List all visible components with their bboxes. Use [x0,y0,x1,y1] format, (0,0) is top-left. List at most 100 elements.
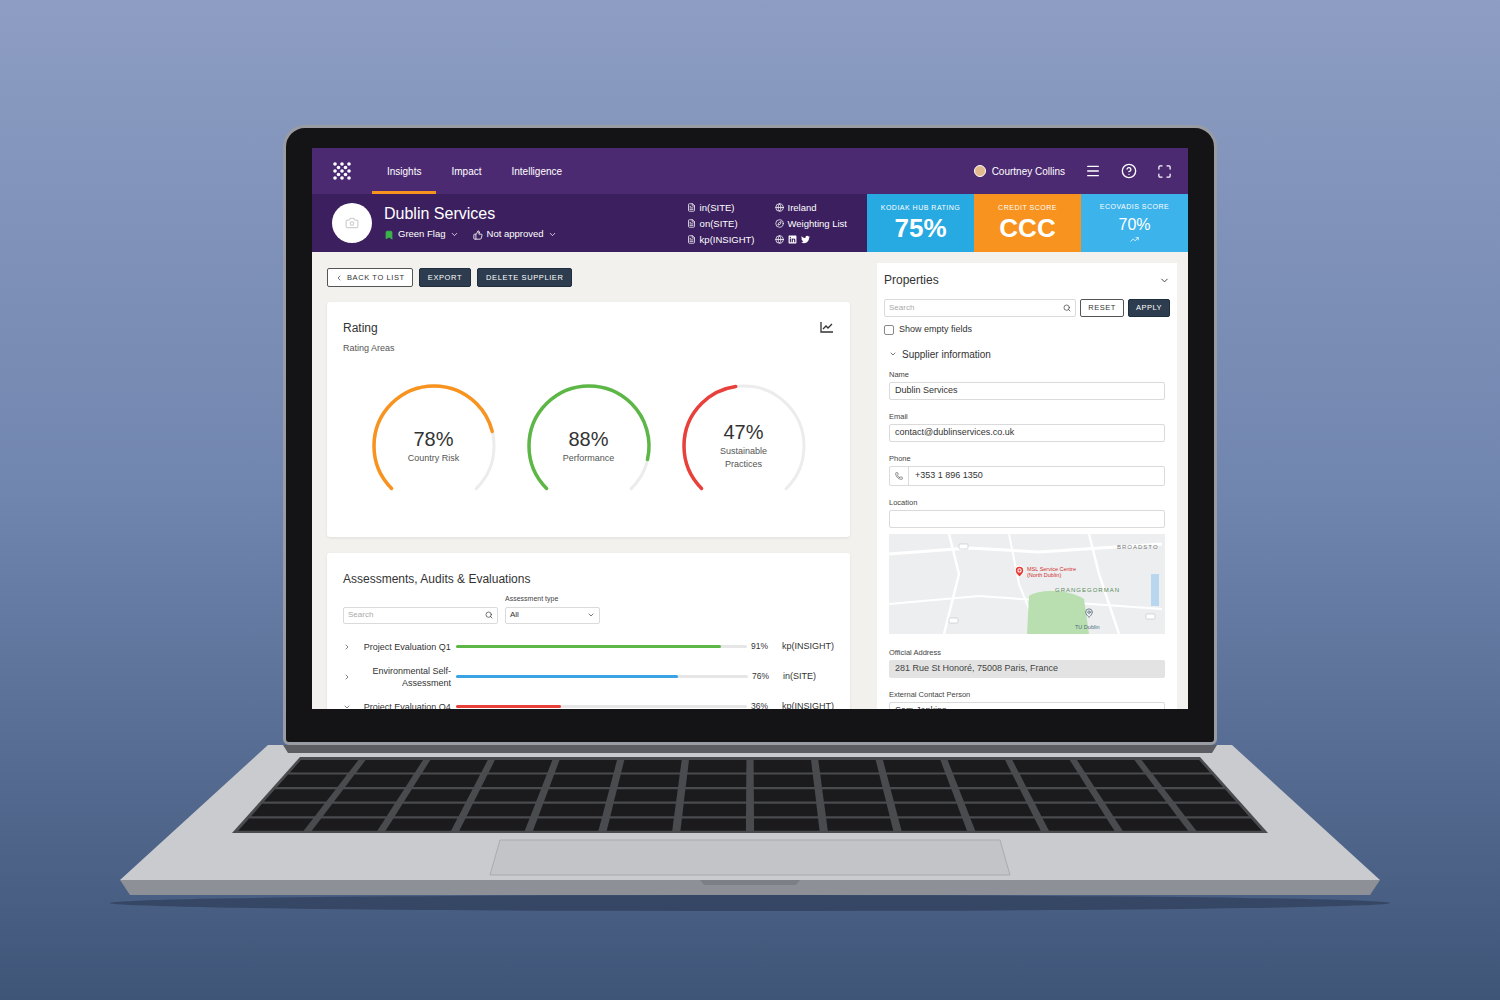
show-empty-checkbox[interactable]: Show empty fields [884,323,1170,337]
property-field: Official Address281 Rue St Honoré, 75008… [889,648,1165,678]
field-input[interactable]: +353 1 896 1350 [889,466,1165,486]
rating-gauge: 47%Sustainable Practices [680,382,808,510]
source-link[interactable]: in(SITE) [687,201,755,214]
assessment-bar [456,705,747,708]
logo-icon[interactable] [332,161,352,181]
help-icon[interactable] [1121,163,1137,179]
flag-dropdown[interactable]: Green Flag [384,227,459,241]
chevron-down-icon [889,350,897,358]
trend-icon [1130,235,1139,244]
gauge-value: 78% [413,427,453,452]
search-icon [1063,304,1071,312]
property-field: Name Dublin Services [889,370,1165,400]
property-field: External Contact Person Sam Jenkins [889,690,1165,710]
field-input[interactable]: contact@dublinservices.co.uk [889,424,1165,442]
field-label: Phone [889,454,1165,464]
properties-search[interactable]: Search [884,299,1076,317]
chevron-right-icon[interactable] [343,673,351,681]
assessment-type-select[interactable]: All [505,607,600,624]
score-label: CREDIT SCORE [998,203,1057,214]
score-value: 75% [894,213,946,243]
properties-panel: Properties SearchRESETAPPLY Show empty fie… [877,263,1177,709]
field-label: Email [889,412,1165,422]
collapse-icon[interactable] [1159,275,1170,286]
nav-tab[interactable]: Impact [436,148,496,194]
card-title: Assessments, Audits & Evaluations [343,570,834,588]
assessment-reading: 76% [752,670,780,683]
app-screen: InsightsImpactIntelligence Courtney Colli… [312,148,1188,709]
action-button[interactable]: DELETE SUPPLIER [477,268,572,287]
active-tab-underline [372,191,436,194]
field-label: Name [889,370,1165,380]
gauge-label: Sustainable Practices [709,445,779,471]
assessment-row[interactable]: Project Evaluation Q436%kp(INSIGHT) [343,692,834,710]
property-field: Phone +353 1 896 1350 [889,454,1165,486]
score-value: 70% [1118,215,1150,235]
assessment-row[interactable]: Project Evaluation Q191%kp(INSIGHT) [343,632,834,662]
linkedin-icon[interactable] [788,235,797,244]
flag-icon [384,230,394,240]
action-button[interactable]: BACK TO LIST [327,268,413,287]
score-label: ECOVADIS SCORE [1100,202,1170,213]
card-title: Rating [343,319,395,337]
nav-tab[interactable]: Intelligence [496,148,577,194]
user-avatar-icon [974,165,986,177]
supplier-avatar[interactable] [332,203,372,243]
website-icon[interactable] [775,235,784,244]
location-pin-icon[interactable] [1013,565,1026,578]
source-link[interactable]: on(SITE) [687,217,755,230]
panel-title: Properties [884,271,939,289]
menu-icon[interactable] [1085,163,1101,179]
chart-icon[interactable] [820,321,834,333]
property-field: Location [889,498,1165,528]
gauge-arc-icon [680,382,808,510]
chevron-down-icon[interactable] [343,703,351,710]
fullscreen-icon[interactable] [1157,164,1172,179]
document-icon [687,235,696,244]
weighting-list[interactable]: Weighting List [775,217,848,230]
assessment-source: in(SITE) [783,670,816,684]
section-header[interactable]: Supplier information [889,347,1165,362]
rating-gauge: 88%Performance [525,382,653,510]
action-button[interactable]: EXPORT [419,268,471,287]
twitter-icon[interactable] [801,235,810,244]
assessment-bar [456,645,747,648]
laptop-base-icon [0,745,1500,915]
chevron-right-icon[interactable] [343,643,351,651]
chevron-down-icon [587,611,595,619]
assessment-bar-fill [456,645,721,648]
gauge-value: 88% [568,427,608,452]
field-value: Dublin Services [890,384,963,398]
properties-button[interactable]: RESET [1080,299,1124,317]
nav-tab[interactable]: Insights [372,148,436,194]
field-input[interactable] [889,510,1165,528]
map-pin-label: MSL Service Centre(North Dublin) [1027,566,1076,579]
assessment-bar-fill [456,705,561,708]
background-photo: InsightsImpactIntelligence Courtney Colli… [0,0,1500,1000]
assessment-reading: 91% [751,640,779,653]
phone-icon [895,472,903,480]
score-label: KODIAK HUB RATING [881,203,961,214]
document-icon [687,203,696,212]
place-pin-icon[interactable] [1084,608,1094,618]
gauge-label: Country Risk [408,452,460,465]
field-input[interactable]: Sam Jenkins [889,702,1165,710]
card-subtitle: Rating Areas [343,342,395,356]
location-map[interactable]: BROADSTOMSL Service Centre(North Dublin)… [889,534,1165,634]
supplier-header: Dublin ServicesGreen FlagNot approvedin(… [312,194,1188,252]
properties-button[interactable]: APPLY [1128,299,1170,317]
gauge-label: Performance [563,452,615,465]
assessment-bar [456,675,748,678]
field-input[interactable]: Dublin Services [889,382,1165,400]
field-value: +353 1 896 1350 [915,469,983,483]
assessment-search[interactable]: Search [343,607,498,624]
user-menu[interactable]: Courtney Collins [974,164,1065,179]
approval-dropdown[interactable]: Not approved [473,227,557,241]
property-field: Email contact@dublinservices.co.uk [889,412,1165,442]
assessment-row[interactable]: Environmental Self-Assessment76%in(SITE) [343,662,834,692]
score-tile: CREDIT SCORECCC [974,194,1081,252]
source-link[interactable]: kp(INSIGHT) [687,233,755,246]
field-label: External Contact Person [889,690,1165,700]
weighting-icon [775,219,784,228]
field-label: Location [889,498,1165,508]
